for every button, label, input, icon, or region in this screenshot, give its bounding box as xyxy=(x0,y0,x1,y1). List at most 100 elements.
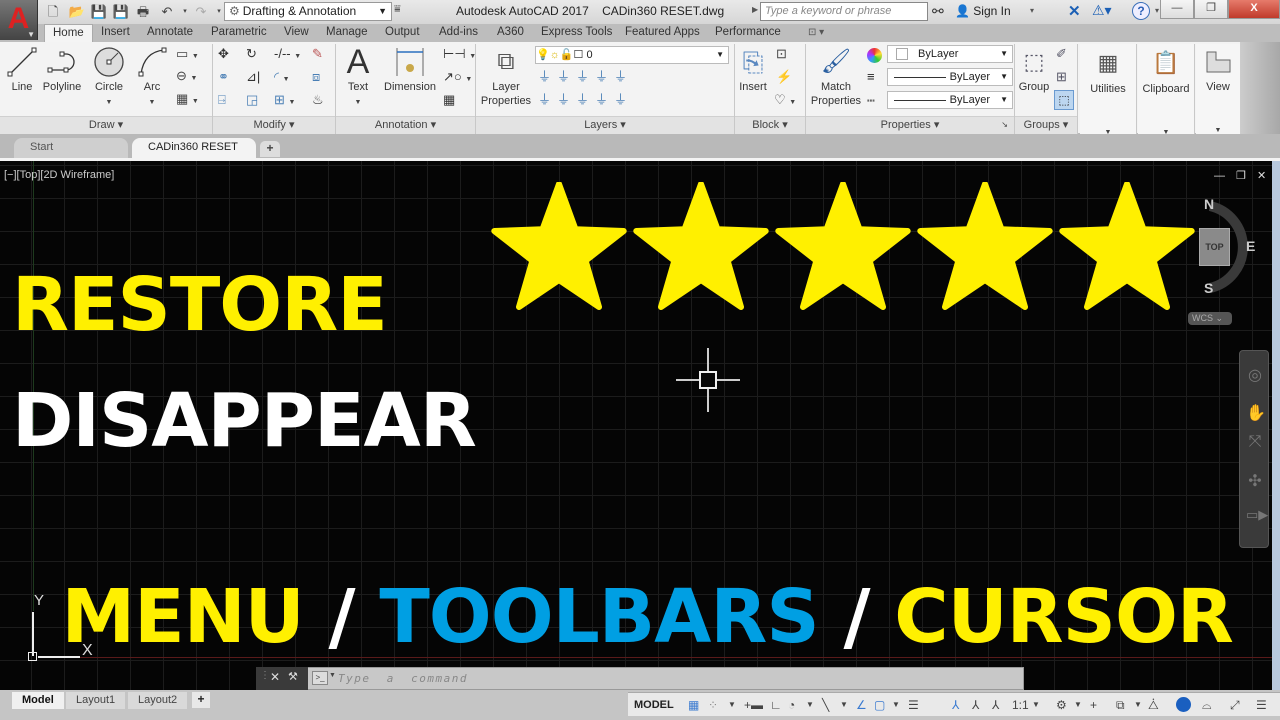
table-icon[interactable]: ▦ xyxy=(443,92,455,108)
scale-dropdown-icon[interactable]: ▼ xyxy=(1032,698,1040,712)
plot-icon[interactable]: 🖶 xyxy=(134,3,152,20)
utilities-panel[interactable]: ▦ Utilities ▼ xyxy=(1080,44,1136,136)
tab-insert[interactable]: Insert xyxy=(101,24,130,42)
tab-output[interactable]: Output xyxy=(385,24,420,42)
sign-in-dropdown-icon[interactable]: ▾ xyxy=(1030,6,1034,15)
layout-tab-model[interactable]: Model xyxy=(12,692,64,709)
wcs-menu[interactable]: WCS ⌄ xyxy=(1188,312,1232,325)
lineweight-toggle-icon[interactable]: ☰ xyxy=(908,698,919,712)
array-icon[interactable]: ⊞ ▼ xyxy=(274,92,295,111)
zoom-extents-icon[interactable]: ⤧ xyxy=(1246,433,1264,451)
new-icon[interactable]: 🗋 xyxy=(44,3,62,20)
quick-properties-icon[interactable]: ⧊ xyxy=(1148,698,1159,712)
customization-menu-icon[interactable]: ☰ xyxy=(1256,698,1267,712)
workspace-switching-gear-icon[interactable]: ⚙ xyxy=(1056,698,1067,712)
grip-icon[interactable]: ⋮ xyxy=(260,670,270,681)
help-button[interactable]: ? xyxy=(1132,2,1150,20)
object-snap-icon[interactable]: ▢ xyxy=(874,698,885,712)
clipboard-panel[interactable]: 📋 Clipboard ▼ xyxy=(1138,44,1194,136)
layout-tab-layout2[interactable]: Layout2 xyxy=(128,692,188,709)
snap-dropdown-icon[interactable]: ▼ xyxy=(728,698,736,712)
workspace-dropdown[interactable]: ⚙ Drafting & Annotation ▼ xyxy=(224,2,392,21)
stretch-icon[interactable]: ⍈ xyxy=(218,92,226,108)
linear-dimension-icon[interactable]: ⊢⊣ ▼ xyxy=(443,46,476,65)
pan-hand-icon[interactable]: ✋ xyxy=(1246,403,1266,423)
ellipse-tool[interactable]: ⊖ ▼ xyxy=(176,68,197,87)
explode-icon[interactable]: ⧈ xyxy=(312,69,320,85)
grid-display-icon[interactable]: ▦ xyxy=(688,698,699,712)
tab-start[interactable]: Start xyxy=(14,138,128,158)
tab-annotate[interactable]: Annotate xyxy=(147,24,193,42)
save-as-icon[interactable]: 💾 xyxy=(112,3,130,20)
trim-icon[interactable]: -/-- ▼ xyxy=(274,46,301,65)
close-command-line-icon[interactable]: ✕ xyxy=(270,670,280,684)
mirror-icon[interactable]: ⊿| xyxy=(246,69,260,85)
erase-icon[interactable]: ✎ xyxy=(312,46,323,62)
insert-block-tool[interactable]: ⎘ Insert xyxy=(736,46,770,94)
command-input[interactable]: Type a command xyxy=(338,672,468,685)
dimension-tool[interactable]: Dimension xyxy=(380,46,440,94)
group-selection-toggle[interactable]: ⬚ xyxy=(1054,90,1074,110)
viewcube-top-face[interactable]: TOP xyxy=(1199,228,1230,266)
groups-panel-title[interactable]: Groups ▾ xyxy=(1015,116,1077,134)
ucs-origin-icon[interactable] xyxy=(28,652,37,661)
offset-icon[interactable]: ♨ xyxy=(312,92,324,108)
units-icon[interactable]: ⧉ xyxy=(1116,698,1125,712)
units-dropdown-icon[interactable]: ▼ xyxy=(1134,698,1142,712)
layout-tab-layout1[interactable]: Layout1 xyxy=(66,692,126,709)
compass-south[interactable]: S xyxy=(1204,280,1213,296)
command-line-handle[interactable]: ⋮ ✕ ⚒ xyxy=(256,667,308,690)
lineweight-dropdown[interactable]: ByLayer ▼ xyxy=(887,68,1013,86)
showmotion-icon[interactable]: ▭▶ xyxy=(1246,507,1268,523)
block-attribute-icon[interactable]: ♡ ▼ xyxy=(774,92,796,111)
arc-tool[interactable]: Arc ▼ xyxy=(134,46,170,110)
help-dropdown-icon[interactable]: ▾ xyxy=(1155,6,1159,15)
fillet-icon[interactable]: ◜ ▼ xyxy=(274,69,290,88)
model-space-button[interactable]: MODEL xyxy=(634,698,674,712)
polar-dropdown-icon[interactable]: ▼ xyxy=(806,698,814,712)
snap-mode-icon[interactable]: ⁘ xyxy=(708,698,718,712)
ribbon-minimize-toggle[interactable]: ⊡ ▾ xyxy=(808,24,824,42)
isodraft-dropdown-icon[interactable]: ▼ xyxy=(840,698,848,712)
clean-screen-icon[interactable]: ⤢ xyxy=(1230,698,1240,712)
object-snap-tracking-icon[interactable]: ∠ xyxy=(856,698,867,712)
hardware-acceleration-icon[interactable]: ⌓ xyxy=(1202,698,1212,712)
close-button[interactable]: X xyxy=(1228,0,1280,19)
tab-manage[interactable]: Manage xyxy=(326,24,368,42)
command-prompt-icon[interactable]: >_ xyxy=(312,671,328,685)
scale-icon[interactable]: ◲ xyxy=(246,92,258,108)
layer-tools-row-2[interactable]: ⏚⏚⏚⏚⏚ xyxy=(538,92,633,108)
modify-panel-title[interactable]: Modify ▾ xyxy=(213,116,335,134)
osnap-dropdown-icon[interactable]: ▼ xyxy=(892,698,900,712)
customize-quick-access-icon[interactable]: ⩸ xyxy=(394,3,401,16)
annotation-scale-icon[interactable]: ⅄ xyxy=(992,698,999,712)
rotate-icon[interactable]: ↻ xyxy=(246,46,257,62)
match-properties-tool[interactable]: 🖌 Match Properties xyxy=(808,46,864,108)
vertical-scrollbar[interactable] xyxy=(1272,161,1280,690)
redo-icon[interactable]: ↷ xyxy=(192,3,210,20)
ortho-mode-icon[interactable]: ∟ xyxy=(770,698,782,712)
polyline-tool[interactable]: Polyline xyxy=(40,46,84,94)
edit-block-icon[interactable]: ⚡ xyxy=(776,69,792,85)
block-panel-title[interactable]: Block ▾ xyxy=(735,116,805,134)
group-edit-icon[interactable]: ✐ xyxy=(1056,46,1067,62)
linetype-dropdown[interactable]: ByLayer ▼ xyxy=(887,91,1013,109)
save-icon[interactable]: 💾 xyxy=(90,3,108,20)
hatch-tool[interactable]: ▦ ▼ xyxy=(176,91,199,110)
orbit-icon[interactable]: ✣ xyxy=(1246,471,1264,491)
application-menu-button[interactable]: A ▼ xyxy=(0,0,38,40)
rectangle-tool[interactable]: ▭ ▼ xyxy=(176,46,199,65)
restore-button[interactable]: ❐ xyxy=(1194,0,1228,19)
polar-tracking-icon[interactable]: ◔ xyxy=(788,698,795,712)
circle-tool[interactable]: Circle ▼ xyxy=(90,46,128,110)
steering-wheel-icon[interactable]: ◎ xyxy=(1246,365,1264,385)
compass-north[interactable]: N xyxy=(1204,196,1214,212)
new-tab-button[interactable]: + xyxy=(260,141,280,157)
annotation-scale-value[interactable]: 1:1 xyxy=(1012,698,1029,712)
compass-east[interactable]: E xyxy=(1246,238,1255,254)
tab-add-ins[interactable]: Add-ins xyxy=(439,24,478,42)
move-icon[interactable]: ✥ xyxy=(218,46,229,62)
search-input[interactable]: Type a keyword or phrase xyxy=(760,2,928,21)
annotation-visibility-icon[interactable]: ⅄ xyxy=(952,698,959,712)
text-tool[interactable]: A Text ▼ xyxy=(340,45,376,110)
